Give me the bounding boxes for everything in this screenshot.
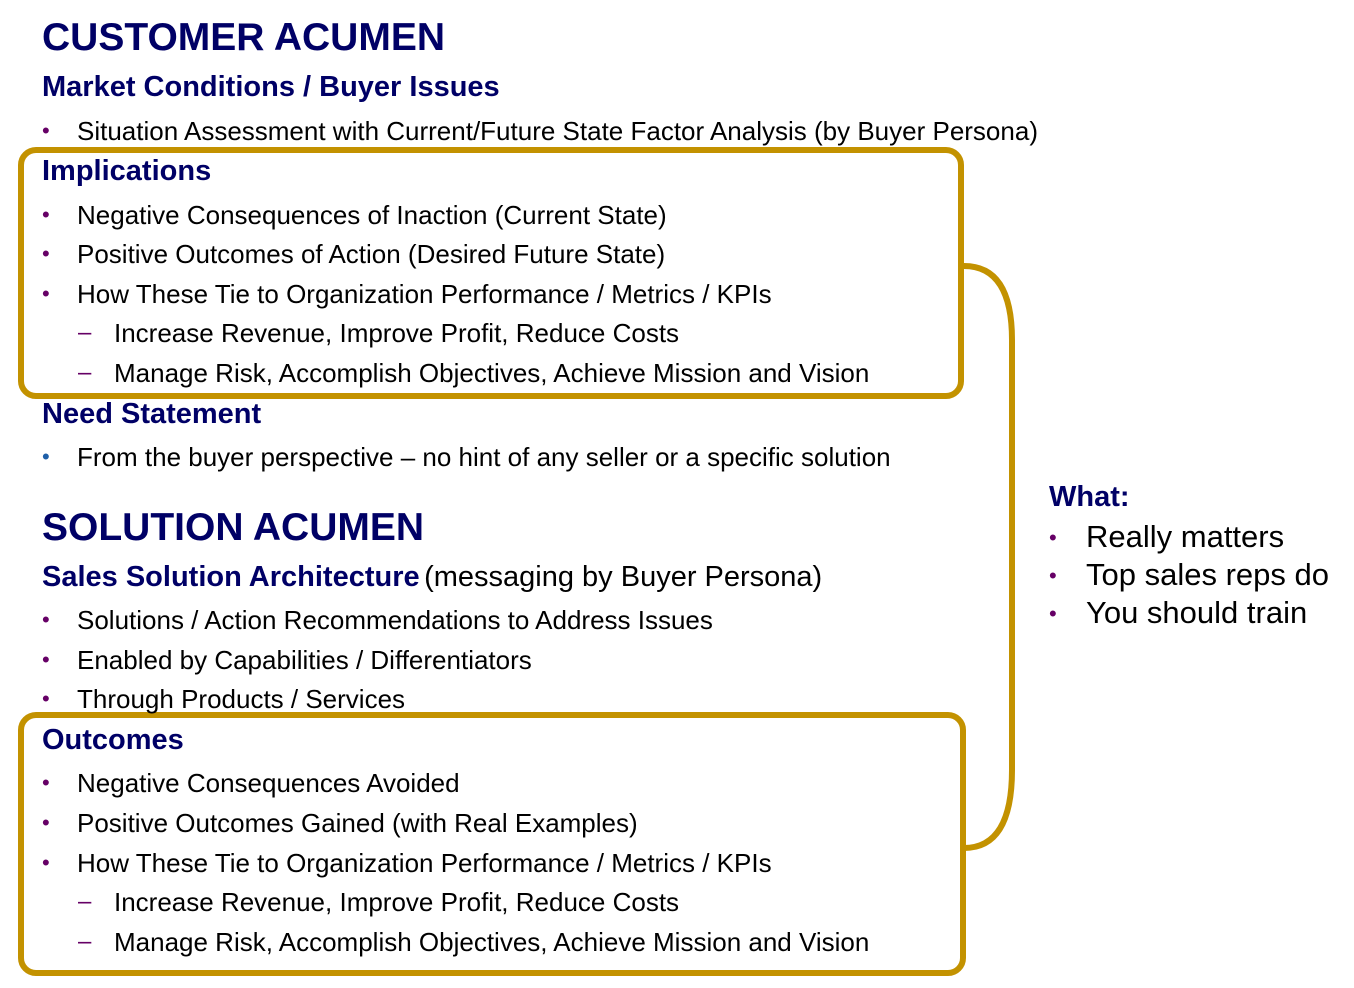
bullet-icon: •	[1049, 525, 1057, 550]
bracket-path	[963, 263, 1015, 851]
outcomes-heading: Outcomes	[42, 724, 184, 756]
bullet-icon: •	[42, 118, 50, 143]
architecture-item: Solutions / Action Recommendations to Ad…	[77, 605, 713, 635]
dash-icon: –	[78, 359, 92, 386]
bullet-icon: •	[42, 810, 50, 835]
dash-icon: –	[78, 928, 92, 955]
bullet-icon: •	[42, 850, 50, 875]
outcomes-item: Negative Consequences Avoided	[77, 768, 460, 798]
bullet-icon: •	[42, 241, 50, 266]
customer-acumen-title: CUSTOMER ACUMEN	[42, 16, 446, 59]
implications-item: Positive Outcomes of Action (Desired Fut…	[77, 239, 666, 269]
bracket-connector	[963, 263, 1015, 851]
architecture-item: Enabled by Capabilities / Differentiator…	[77, 645, 532, 675]
implications-subitem: Manage Risk, Accomplish Objectives, Achi…	[114, 358, 870, 388]
bullet-icon: •	[42, 647, 50, 672]
dash-icon: –	[78, 319, 92, 346]
dash-icon: –	[78, 888, 92, 915]
architecture-heading: Sales Solution Architecture	[42, 561, 420, 593]
solution-acumen-title: SOLUTION ACUMEN	[42, 506, 425, 549]
outcomes-subitem: Manage Risk, Accomplish Objectives, Achi…	[114, 927, 870, 957]
what-item: You should train	[1086, 595, 1308, 630]
bullet-icon: •	[1049, 563, 1057, 588]
bullet-icon: •	[42, 770, 50, 795]
bullet-icon: •	[42, 686, 50, 711]
architecture-item: Through Products / Services	[77, 684, 406, 714]
architecture-heading-line: Sales Solution Architecture (messaging b…	[42, 561, 822, 594]
what-item: Really matters	[1086, 519, 1285, 554]
implications-item: How These Tie to Organization Performanc…	[77, 279, 772, 309]
outcomes-subitem: Increase Revenue, Improve Profit, Reduce…	[114, 887, 680, 917]
bullet-icon: •	[42, 202, 50, 227]
outcomes-item: How These Tie to Organization Performanc…	[77, 848, 772, 878]
bullet-icon: •	[42, 281, 50, 306]
need-statement-heading: Need Statement	[42, 398, 262, 430]
bullet-icon: •	[42, 607, 50, 632]
market-item: Situation Assessment with Current/Future…	[77, 116, 1038, 146]
market-conditions-heading: Market Conditions / Buyer Issues	[42, 71, 500, 103]
implications-item: Negative Consequences of Inaction (Curre…	[77, 200, 667, 230]
architecture-heading-suffix: (messaging by Buyer Persona)	[424, 561, 823, 593]
need-item: From the buyer perspective – no hint of …	[77, 442, 891, 472]
bullet-icon: •	[1049, 601, 1057, 626]
implications-subitem: Increase Revenue, Improve Profit, Reduce…	[114, 318, 680, 348]
implications-heading: Implications	[42, 155, 212, 187]
what-item: Top sales reps do	[1086, 557, 1329, 592]
what-heading: What:	[1049, 481, 1130, 513]
bullet-icon: •	[42, 444, 50, 469]
outcomes-item: Positive Outcomes Gained (with Real Exam…	[77, 808, 638, 838]
